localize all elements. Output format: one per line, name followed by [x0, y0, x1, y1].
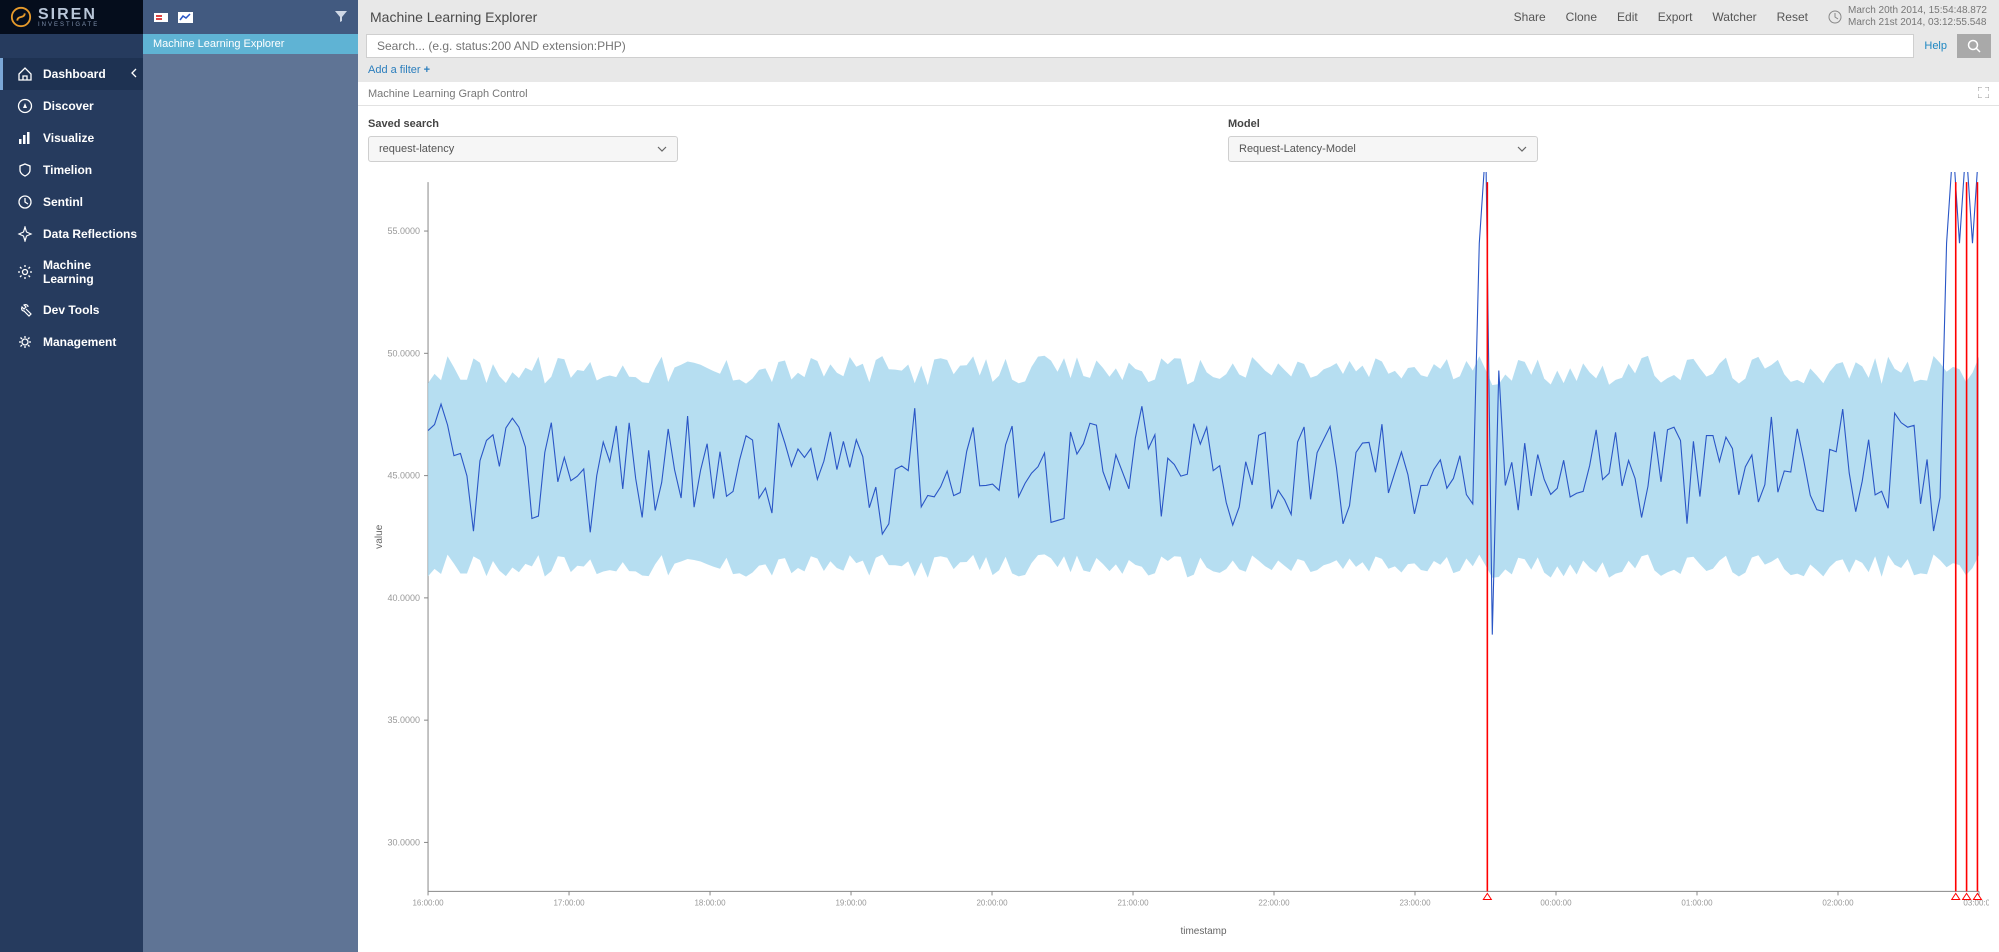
panel-title: Machine Learning Graph Control [368, 88, 528, 100]
search-button[interactable] [1957, 34, 1991, 58]
left-nav: SIREN INVESTIGATE Dashboard Discover Visua… [0, 0, 143, 952]
svg-text:02:00:00: 02:00:00 [1822, 898, 1854, 907]
home-icon [17, 66, 33, 82]
svg-text:01:00:00: 01:00:00 [1681, 898, 1713, 907]
nav-item-machine-learning[interactable]: Machine Learning [0, 250, 143, 294]
svg-text:23:00:00: 23:00:00 [1399, 898, 1431, 907]
brand-sub: INVESTIGATE [38, 22, 99, 28]
time-to: March 21st 2014, 03:12:55.548 [1848, 17, 1987, 29]
nav-item-sentinl[interactable]: Sentinl [0, 186, 143, 218]
export-link[interactable]: Export [1658, 10, 1693, 24]
nav-label: Sentinl [43, 195, 83, 209]
nav-item-dashboard[interactable]: Dashboard [0, 58, 143, 90]
svg-text:45.0000: 45.0000 [388, 471, 420, 481]
svg-text:21:00:00: 21:00:00 [1117, 898, 1149, 907]
nav-label: Timelion [43, 163, 92, 177]
saved-search-select[interactable]: request-latency [368, 136, 678, 162]
svg-text:55.0000: 55.0000 [388, 226, 420, 236]
nav-item-visualize[interactable]: Visualize [0, 122, 143, 154]
search-icon [1967, 39, 1981, 53]
nav-label: Discover [43, 99, 94, 113]
compass-icon [17, 98, 33, 114]
share-link[interactable]: Share [1514, 10, 1546, 24]
chart-icon[interactable] [177, 10, 195, 25]
nav-label: Management [43, 335, 116, 349]
svg-text:35.0000: 35.0000 [388, 715, 420, 725]
expand-icon[interactable] [1978, 87, 1989, 101]
clock-icon [1828, 10, 1842, 24]
svg-text:50.0000: 50.0000 [388, 348, 420, 358]
nav-item-dev-tools[interactable]: Dev Tools [0, 294, 143, 326]
saved-search-label: Saved search [368, 118, 678, 130]
gear-icon [17, 264, 33, 280]
help-link[interactable]: Help [1920, 40, 1951, 52]
svg-text:17:00:00: 17:00:00 [553, 898, 585, 907]
cog-icon [17, 334, 33, 350]
model-select[interactable]: Request-Latency-Model [1228, 136, 1538, 162]
time-range[interactable]: March 20th 2014, 15:54:48.872 March 21st… [1828, 5, 1987, 29]
edit-link[interactable]: Edit [1617, 10, 1638, 24]
svg-text:value: value [374, 524, 385, 549]
nav-label: Data Reflections [43, 227, 137, 241]
svg-text:40.0000: 40.0000 [388, 593, 420, 603]
confidence-band [428, 356, 1979, 578]
nav-item-data-reflections[interactable]: Data Reflections [0, 218, 143, 250]
time-from: March 20th 2014, 15:54:48.872 [1848, 5, 1987, 17]
svg-text:00:00:00: 00:00:00 [1540, 898, 1572, 907]
nav-item-timelion[interactable]: Timelion [0, 154, 143, 186]
anomaly-triangle-icon [1483, 893, 1491, 899]
svg-text:timestamp: timestamp [1180, 926, 1226, 937]
add-filter-link[interactable]: Add a filter + [366, 58, 1991, 76]
brand-logo: SIREN INVESTIGATE [0, 0, 143, 34]
svg-text:30.0000: 30.0000 [388, 837, 420, 847]
breadcrumb[interactable]: Machine Learning Explorer [143, 34, 358, 54]
chart-container: 30.0000 35.0000 40.0000 45.0000 50.0000 55.00… [358, 172, 1999, 952]
shield-icon [17, 162, 33, 178]
svg-text:19:00:00: 19:00:00 [835, 898, 867, 907]
page-header: Machine Learning Explorer Share Clone Edit… [358, 0, 1999, 34]
clone-link[interactable]: Clone [1566, 10, 1597, 24]
svg-text:16:00:00: 16:00:00 [412, 898, 444, 907]
filter-icon[interactable] [334, 9, 348, 26]
nav-label: Dashboard [43, 67, 106, 81]
wrench-icon [17, 302, 33, 318]
model-label: Model [1228, 118, 1538, 130]
siren-logo-icon [10, 6, 32, 28]
svg-text:22:00:00: 22:00:00 [1258, 898, 1290, 907]
saved-search-group: Saved search request-latency [368, 118, 678, 162]
anomaly-chart: 30.0000 35.0000 40.0000 45.0000 50.0000 55.00… [368, 172, 1989, 942]
panel-title-bar: Machine Learning Graph Control [358, 82, 1999, 106]
svg-text:20:00:00: 20:00:00 [976, 898, 1008, 907]
reset-link[interactable]: Reset [1777, 10, 1808, 24]
secondary-panel: Machine Learning Explorer [143, 0, 358, 952]
model-group: Model Request-Latency-Model [1228, 118, 1538, 162]
tag-icon[interactable] [153, 10, 171, 25]
secondary-panel-toolbar [143, 0, 358, 34]
query-bar: Help Add a filter + [358, 34, 1999, 82]
chevron-down-icon [1517, 144, 1527, 154]
page-title: Machine Learning Explorer [370, 9, 537, 25]
nav-label: Machine Learning [43, 258, 143, 286]
nav-label: Visualize [43, 131, 94, 145]
anomaly-triangle-icon [1952, 893, 1960, 899]
spark-icon [17, 226, 33, 242]
bars-icon [17, 130, 33, 146]
nav-item-discover[interactable]: Discover [0, 90, 143, 122]
svg-text:18:00:00: 18:00:00 [694, 898, 726, 907]
chevron-down-icon [657, 144, 667, 154]
nav-label: Dev Tools [43, 303, 99, 317]
chevron-left-icon [131, 67, 137, 81]
search-input[interactable] [366, 34, 1914, 58]
watcher-link[interactable]: Watcher [1712, 10, 1756, 24]
nav-item-management[interactable]: Management [0, 326, 143, 358]
history-icon [17, 194, 33, 210]
